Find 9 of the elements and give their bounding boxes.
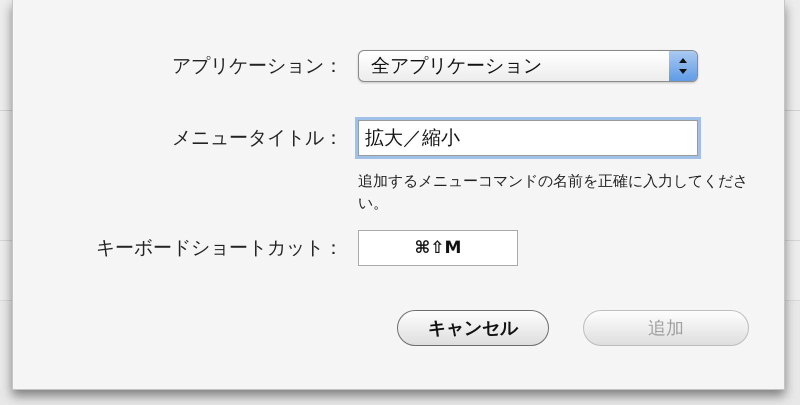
input-field[interactable]: 拡大／縮小	[358, 120, 698, 156]
field-label: メニュータイトル：	[172, 126, 343, 151]
stepper-icon	[669, 51, 697, 81]
application-popup[interactable]: 全アプリケーション	[358, 50, 698, 82]
field-label: キーボードショートカット：	[96, 236, 343, 261]
field-label: アプリケーション：	[172, 54, 343, 79]
help-text: 追加するメニューコマンドの名前を正確に入力してください。	[358, 171, 749, 214]
cancel-button[interactable]: キャンセル	[397, 310, 549, 346]
shortcut-field[interactable]: ⌘⇧M	[358, 230, 518, 266]
